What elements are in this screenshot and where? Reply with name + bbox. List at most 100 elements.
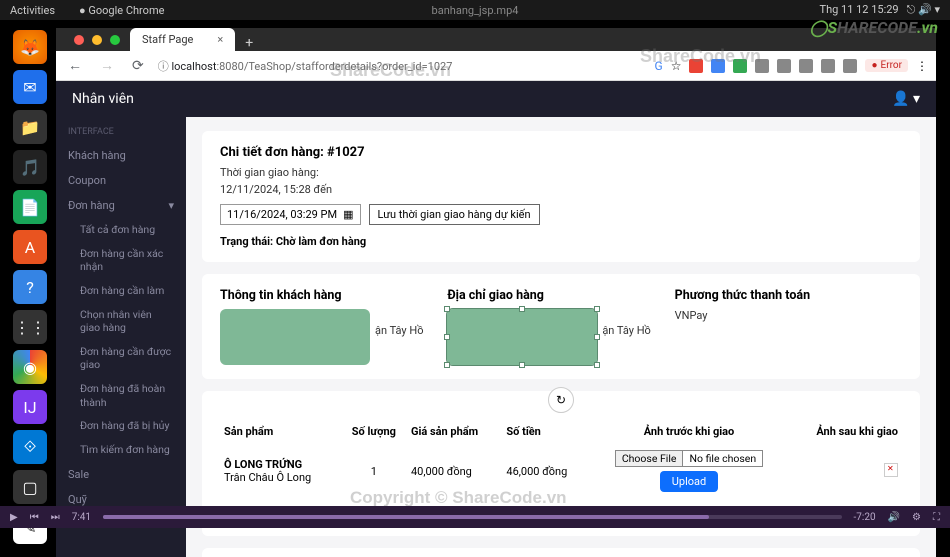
activities[interactable]: Activities	[10, 4, 55, 17]
main-content: Chi tiết đơn hàng: #1027 Thời gian giao …	[186, 117, 936, 557]
chrome-label: ● Google Chrome	[79, 4, 164, 17]
ext-icon[interactable]	[777, 59, 791, 73]
sidebar-item-customers[interactable]: Khách hàng	[56, 143, 186, 168]
share-icon[interactable]: ☆	[671, 59, 682, 73]
new-tab-button[interactable]: +	[235, 35, 263, 51]
terminal-icon[interactable]: ▢	[13, 470, 47, 504]
rhythmbox-icon[interactable]: 🎵	[13, 150, 47, 184]
dots-icon[interactable]: ⋮⋮	[13, 310, 47, 344]
product-price: 40,000 đồng	[407, 444, 502, 498]
choose-file-button[interactable]: Choose File	[615, 450, 684, 467]
ext-icon[interactable]	[711, 59, 725, 73]
menu-icon[interactable]: ⋮	[916, 59, 928, 73]
no-file-label: No file chosen	[683, 450, 763, 467]
payment-value: VNPay	[675, 309, 902, 322]
sidebar-sub-done[interactable]: Đơn hàng đã hoàn thành	[56, 377, 186, 414]
libreoffice-icon[interactable]: 📄	[13, 190, 47, 224]
video-controls: ▶ ⏮ ⏭ 7:41 -7:20 🔊 ⚙ ⛶	[0, 506, 950, 528]
product-amount: 46,000 đồng	[502, 444, 589, 498]
reload-button[interactable]: ⟳	[128, 56, 148, 76]
app-header: Nhân viên 👤 ▾	[56, 81, 936, 117]
customer-address-fragment: ận Tây Hồ	[375, 324, 424, 337]
tray-icons: ⎋ 🔊 ▾	[907, 3, 940, 17]
vscode-icon[interactable]: ⟐	[13, 430, 47, 464]
sidebar-sub-confirm[interactable]: Đơn hàng cần xác nhận	[56, 242, 186, 279]
chevron-down-icon: ▾	[168, 199, 174, 212]
browser-tab[interactable]: Staff Page ×	[130, 28, 235, 51]
sidebar-item-sale[interactable]: Sale	[56, 462, 186, 487]
refresh-button[interactable]: ↻	[548, 387, 574, 413]
file-name: banhang_jsp.mp4	[432, 4, 519, 17]
shipping-info: Địa chỉ giao hàng ận Tây Hồ	[447, 288, 674, 365]
sharecode-logo: ◯SHARECODE.vn	[810, 18, 938, 37]
sidebar-section: INTERFACE	[56, 121, 186, 143]
dock: 🦊 ✉ 📁 🎵 📄 A ? ⋮⋮ ◉ IJ ⟐ ▢ ✎	[10, 30, 50, 544]
ext-icon[interactable]	[689, 59, 703, 73]
chrome-icon[interactable]: ◉	[13, 350, 47, 384]
calendar-icon: ▦	[343, 208, 353, 221]
sidebar-sub-search[interactable]: Tìm kiếm đơn hàng	[56, 438, 186, 462]
fullscreen-icon[interactable]: ⛶	[933, 512, 940, 523]
remaining-time: -7:20	[854, 512, 876, 523]
min-window[interactable]	[92, 35, 102, 45]
upload-button[interactable]: Upload	[660, 471, 718, 492]
volume-icon[interactable]: 🔊	[888, 512, 900, 523]
payment-heading: Phương thức thanh toán	[675, 288, 902, 303]
firefox-icon[interactable]: 🦊	[13, 30, 47, 64]
sidebar-sub-assign[interactable]: Chọn nhân viên giao hàng	[56, 303, 186, 340]
ext-icon[interactable]	[733, 59, 747, 73]
error-badge[interactable]: ● Error	[865, 59, 908, 72]
customer-info: Thông tin khách hàng ận Tây Hồ	[220, 288, 447, 365]
col-after: Ảnh sau khi giao	[788, 419, 902, 444]
order-title: Chi tiết đơn hàng: #1027	[220, 145, 902, 160]
close-tab-icon[interactable]: ×	[217, 33, 223, 46]
customer-heading: Thông tin khách hàng	[220, 288, 447, 303]
back-button[interactable]: ←	[64, 55, 86, 76]
software-icon[interactable]: A	[13, 230, 47, 264]
products-table: Sản phẩm Số lượng Giá sản phẩm Số tiền Ả…	[220, 419, 902, 498]
order-detail-card: Chi tiết đơn hàng: #1027 Thời gian giao …	[202, 131, 920, 262]
url-field[interactable]: ⓘ localhost:8080/TeaShop/stafforderdetai…	[158, 58, 453, 74]
system-bar: Activities ● Google Chrome banhang_jsp.m…	[0, 0, 950, 20]
intellij-icon[interactable]: IJ	[13, 390, 47, 424]
expected-datetime-input[interactable]: 11/16/2024, 03:29 PM▦	[220, 204, 361, 225]
sidebar-item-orders[interactable]: Đơn hàng▾	[56, 193, 186, 218]
sidebar-item-coupon[interactable]: Coupon	[56, 168, 186, 193]
shipping-heading: Địa chỉ giao hàng	[447, 288, 674, 303]
play-button[interactable]: ▶	[10, 512, 18, 523]
staff-note-card: Note của Staff	[202, 548, 920, 557]
product-sub: Trân Châu Ô Long	[224, 471, 311, 484]
broken-image-icon	[884, 463, 898, 477]
max-window[interactable]	[110, 35, 120, 45]
current-time: 7:41	[72, 512, 91, 523]
ext-icon[interactable]	[843, 59, 857, 73]
ext-icon[interactable]	[821, 59, 835, 73]
thunderbird-icon[interactable]: ✉	[13, 70, 47, 104]
sidebar-sub-todo[interactable]: Đơn hàng cần làm	[56, 279, 186, 303]
files-icon[interactable]: 📁	[13, 110, 47, 144]
sidebar-sub-cancel[interactable]: Đơn hàng đã bị hủy	[56, 414, 186, 438]
prev-button[interactable]: ⏮	[30, 512, 39, 523]
product-qty: 1	[341, 444, 407, 498]
redaction-block	[220, 309, 370, 365]
save-expected-button[interactable]: Lưu thời gian giao hàng dự kiến	[369, 204, 540, 225]
tab-title: Staff Page	[142, 33, 193, 46]
sidebar-sub-all[interactable]: Tất cả đơn hàng	[56, 218, 186, 242]
close-window[interactable]	[74, 35, 84, 45]
user-menu-icon[interactable]: 👤 ▾	[892, 91, 920, 107]
help-icon[interactable]: ?	[13, 270, 47, 304]
sidebar-sub-deliver[interactable]: Đơn hàng cần được giao	[56, 340, 186, 377]
shipping-address-fragment: ận Tây Hồ	[602, 324, 651, 337]
seek-bar[interactable]	[103, 515, 842, 519]
ext-icon[interactable]	[755, 59, 769, 73]
settings-icon[interactable]: ⚙	[912, 512, 921, 523]
redaction-block-selected[interactable]	[447, 309, 597, 365]
ext-icon[interactable]	[799, 59, 813, 73]
gtranslate-icon[interactable]: G	[655, 59, 663, 73]
next-button[interactable]: ⏭	[51, 512, 60, 523]
datetime: Thg 11 12 15:29	[820, 3, 899, 17]
forward-button[interactable]: →	[96, 55, 118, 76]
deliv-time: 12/11/2024, 15:28 đến	[220, 183, 902, 196]
table-row: Ô LONG TRỨNG Trân Châu Ô Long 1 40,000 đ…	[220, 444, 902, 498]
info-card: Thông tin khách hàng ận Tây Hồ Địa chỉ g…	[202, 274, 920, 379]
